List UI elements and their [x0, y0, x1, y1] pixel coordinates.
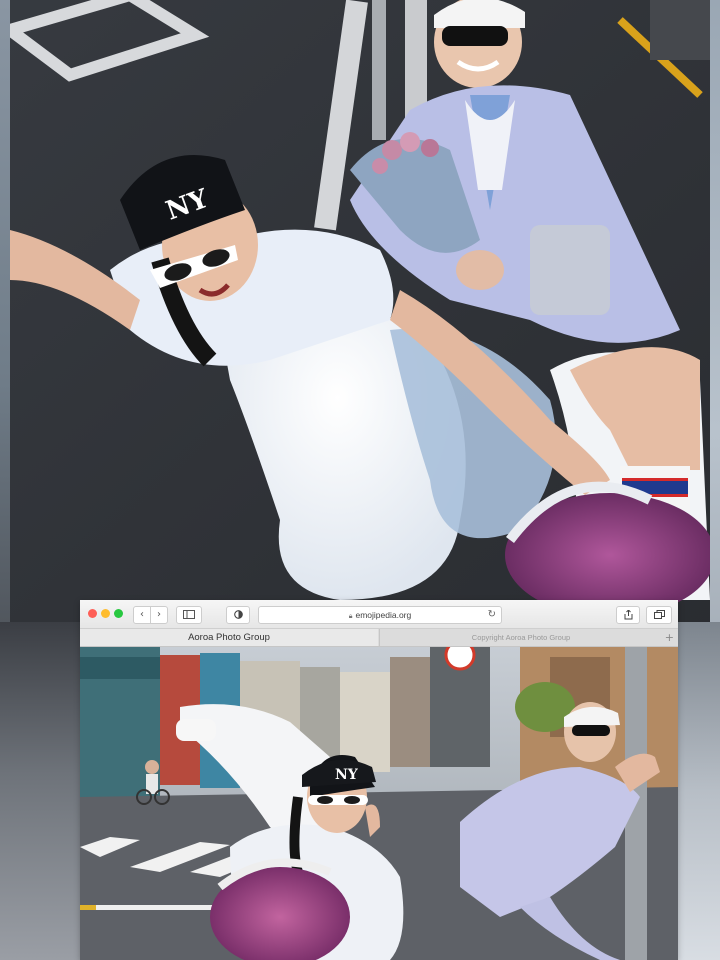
- tabs-overview-icon[interactable]: [646, 606, 672, 624]
- browser-window: ‹ › 🔒︎ emojipedia.org ↻ Aoroa Photo Group…: [80, 600, 678, 960]
- chevron-right-icon[interactable]: ›: [150, 606, 168, 624]
- plus-icon[interactable]: +: [665, 629, 674, 646]
- zoom-window-button[interactable]: [114, 609, 123, 618]
- minimize-window-button[interactable]: [101, 609, 110, 618]
- tab-label: Aoroa Photo Group: [188, 632, 270, 643]
- tab-label: Copyright Aoroa Photo Group: [471, 633, 571, 642]
- bottom-photo-illustration: NY: [80, 647, 678, 960]
- reload-icon[interactable]: ↻: [488, 607, 496, 623]
- top-photo: NY: [10, 0, 710, 622]
- address-bar[interactable]: 🔒︎ emojipedia.org ↻: [258, 606, 502, 624]
- backdrop-photo-bottom-right: [678, 622, 720, 960]
- share-icon[interactable]: [616, 606, 640, 624]
- address-url: emojipedia.org: [355, 610, 412, 620]
- tab-copyright[interactable]: Copyright Aoroa Photo Group: [379, 629, 662, 646]
- close-window-button[interactable]: [88, 609, 97, 618]
- tab-aoroa-photo-group[interactable]: Aoroa Photo Group: [80, 629, 378, 646]
- lock-icon: 🔒︎: [348, 613, 353, 620]
- top-photo-illustration: NY: [10, 0, 710, 622]
- svg-text:NY: NY: [335, 767, 359, 783]
- chevron-left-icon[interactable]: ‹: [133, 606, 151, 624]
- backdrop-photo-bottom-left: [0, 622, 80, 960]
- sidebar-icon[interactable]: [176, 606, 202, 624]
- bottom-photo: NY: [80, 647, 678, 960]
- tab-bar: Aoroa Photo Group Copyright Aoroa Photo …: [80, 629, 678, 647]
- shield-icon[interactable]: [226, 606, 250, 624]
- browser-toolbar: ‹ › 🔒︎ emojipedia.org ↻: [80, 600, 678, 629]
